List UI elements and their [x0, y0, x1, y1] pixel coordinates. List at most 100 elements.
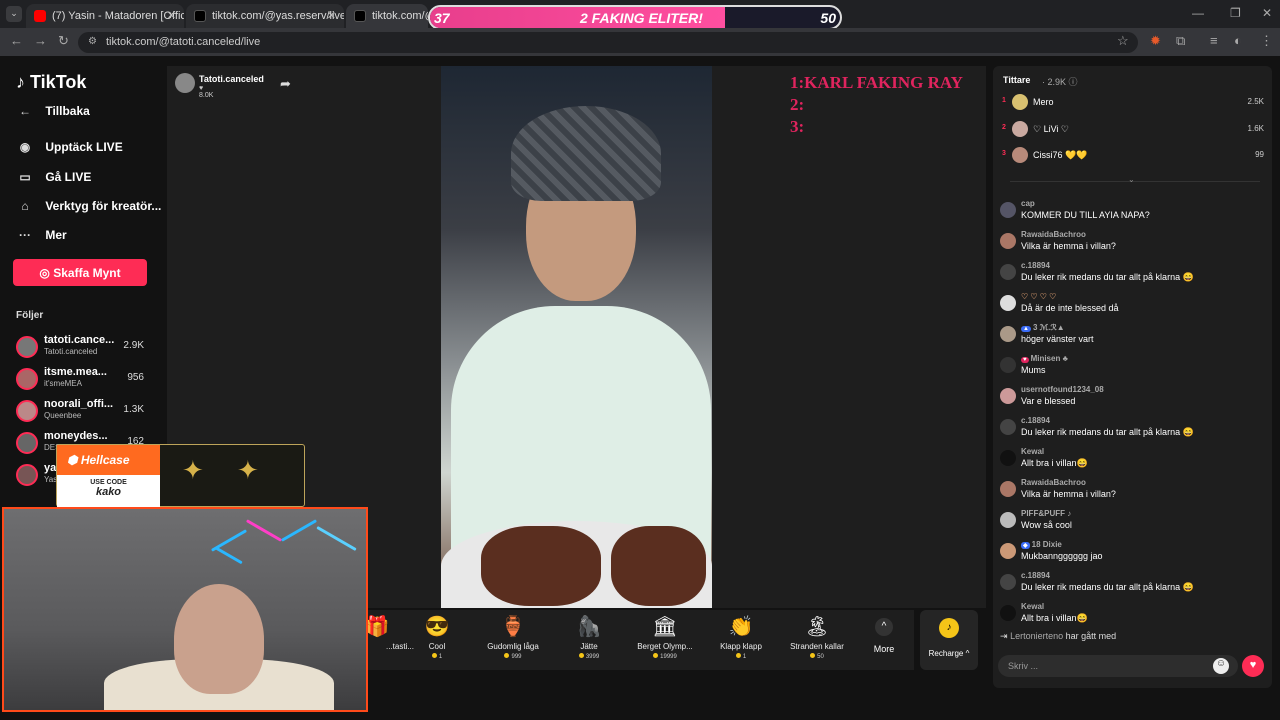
join-notice: ⇥ Lertonierteno har gått med: [1000, 631, 1116, 642]
score-bar: 37 2 FAKING ELITER! 50: [428, 5, 842, 30]
tab-tiktok-tatoti[interactable]: tiktok.com/@tato: [346, 4, 428, 28]
knife-icon: ✦: [182, 455, 204, 485]
gift-price: 999: [476, 653, 550, 660]
chat-text: KOMMER DU TILL AYIA NAPA?: [1021, 210, 1150, 220]
close-window-icon[interactable]: ✕: [1262, 6, 1272, 20]
viewer-name: Mero: [1033, 97, 1054, 107]
following-item[interactable]: itsme.mea... it'smeMEA 956: [16, 366, 162, 394]
more-gifts-button[interactable]: ^ More: [866, 618, 902, 654]
tiktok-icon: [194, 10, 206, 22]
nav-discover-live[interactable]: ◉ Upptäck LIVE: [16, 140, 123, 154]
avatar: [1000, 481, 1016, 497]
gift-item[interactable]: 🦍 Jätte 3999: [552, 614, 626, 660]
chat-username: Kewal: [1021, 602, 1045, 611]
tab-search-icon[interactable]: ⌄: [6, 6, 22, 22]
hellcase-logo-icon: ⬢: [67, 453, 78, 467]
divider: [1010, 181, 1260, 182]
top-viewer-row[interactable]: 3 Cissi76 💛💛 99: [1002, 147, 1264, 165]
streamer-likes: ♥ 8.0K: [199, 85, 214, 99]
top-viewer-row[interactable]: 1 Mero 2.5K: [1002, 94, 1264, 112]
following-heading: Följer: [16, 310, 44, 321]
gift-item[interactable]: 🏛 Berget Olymp... 19999: [628, 614, 702, 660]
gift-price: 1: [704, 653, 778, 660]
gift-name: Cool: [428, 642, 446, 651]
top-viewer-row[interactable]: 2 ♡ LiVi ♡ 1.6K: [1002, 121, 1264, 139]
viewers-count[interactable]: · 2.9K ⓘ: [1042, 75, 1078, 88]
coin-icon: [653, 653, 659, 658]
close-tab-icon[interactable]: ✕: [167, 9, 176, 22]
following-name: tatoti.cance...: [44, 334, 114, 346]
tab-youtube[interactable]: (7) Yasin - Matadoren [Official V ✕: [26, 4, 184, 28]
chat-text: Du leker rik medans du tar allt på klarn…: [1021, 427, 1194, 437]
score-right: 50: [820, 10, 836, 26]
avatar: [1012, 121, 1028, 137]
emoji-icon[interactable]: ☺: [1213, 658, 1229, 674]
tab-tiktok-yas[interactable]: tiktok.com/@yas.reserv/live ✕: [186, 4, 344, 28]
gift-icon: 🦍: [576, 616, 602, 638]
tiktok-logo[interactable]: ♪ TikTok: [16, 72, 86, 93]
minimize-icon[interactable]: —: [1192, 6, 1204, 20]
gift-item[interactable]: 🏺 Gudomlig låga 999: [476, 614, 550, 660]
code-value: kako: [95, 486, 122, 498]
expand-chevron-icon[interactable]: ⌄: [1128, 175, 1135, 184]
gift-icon: 🏛: [652, 616, 678, 638]
url-text: tiktok.com/@tatoti.canceled/live: [106, 36, 261, 48]
maximize-icon[interactable]: ❐: [1230, 6, 1241, 20]
back-icon[interactable]: ←: [10, 33, 23, 48]
recharge-button[interactable]: ♪ Recharge ^: [920, 610, 978, 670]
chat-text: Var e blessed: [1021, 396, 1076, 406]
chat-username: PIFF&PUFF ♪: [1021, 509, 1072, 518]
live-video[interactable]: [441, 66, 712, 608]
following-item[interactable]: noorali_offi... Queenbee 1.3K: [16, 398, 162, 426]
get-coins-button[interactable]: ◎ Skaffa Mynt: [13, 259, 147, 286]
close-tab-icon[interactable]: ✕: [327, 9, 336, 22]
following-item[interactable]: tatoti.cance... Tatoti.canceled 2.9K: [16, 334, 162, 362]
chat-placeholder: Skriv ...: [1008, 661, 1039, 671]
bookmark-star-icon[interactable]: ☆: [1117, 33, 1129, 49]
chat-text: Mukbanngggggg jao: [1021, 551, 1103, 561]
viewer-count: 2.9K: [123, 340, 144, 351]
chat-text: Vilka är hemma i villan?: [1021, 241, 1116, 251]
gift-name: Stranden kallar: [790, 642, 844, 651]
chat-username: ◆ 18 Dixie: [1021, 540, 1062, 549]
extension-icon[interactable]: ✹: [1150, 33, 1161, 49]
avatar: [16, 336, 38, 358]
gift-price-value: 1: [742, 654, 747, 660]
share-icon[interactable]: ➦: [280, 76, 291, 92]
heart-like-button[interactable]: ♥: [1242, 655, 1264, 677]
chat-username: Kewal: [1021, 447, 1045, 456]
extensions-puzzle-icon[interactable]: ⧉: [1176, 33, 1185, 49]
menu-kebab-icon[interactable]: ⋮: [1260, 33, 1273, 49]
chat-text: Wow så cool: [1021, 520, 1072, 530]
hellcase-brand: ⬢ Hellcase: [57, 445, 160, 475]
nav-creator-tools[interactable]: ⌂ Verktyg för kreatör...: [16, 199, 161, 213]
site-info-icon[interactable]: ⚙: [88, 36, 97, 47]
gift-item[interactable]: 😎 Cool 1: [400, 614, 474, 660]
nav-back[interactable]: ← Tillbaka: [16, 104, 90, 118]
gift-item[interactable]: 🏝 Stranden kallar 50: [780, 614, 854, 660]
chat-input[interactable]: Skriv ...: [998, 655, 1238, 677]
viewer-rank: 3: [1002, 150, 1006, 157]
chat-text: Allt bra i villan😄: [1021, 458, 1088, 468]
chat-username: usernotfound1234_08: [1021, 385, 1104, 394]
tab-title: tiktok.com/@yas.reserv/live: [212, 10, 344, 22]
reload-icon[interactable]: ↻: [58, 33, 69, 49]
following-subname: Tatoti.canceled: [44, 347, 98, 356]
avatar: [16, 464, 38, 486]
nav-label: Verktyg för kreatör...: [45, 199, 162, 213]
nav-more[interactable]: ··· Mer: [16, 228, 67, 242]
media-control-icon[interactable]: ≡: [1210, 33, 1218, 48]
video-steak: [481, 526, 601, 606]
profile-avatar-icon[interactable]: ◐: [1234, 33, 1242, 48]
chat-username: cap: [1021, 199, 1035, 208]
coin-icon: ◎: [39, 266, 50, 280]
forward-icon[interactable]: →: [34, 33, 47, 48]
gift-price-value: 3999: [585, 654, 600, 660]
avatar: [1000, 202, 1016, 218]
following-subname: it'smeMEA: [44, 379, 82, 388]
gift-item[interactable]: 👏 Klapp klapp 1: [704, 614, 778, 660]
level-badge: ▲: [1021, 326, 1031, 332]
nav-go-live[interactable]: ▭ Gå LIVE: [16, 170, 91, 184]
url-input[interactable]: ⚙ tiktok.com/@tatoti.canceled/live: [78, 32, 1138, 53]
avatar: [1000, 512, 1016, 528]
